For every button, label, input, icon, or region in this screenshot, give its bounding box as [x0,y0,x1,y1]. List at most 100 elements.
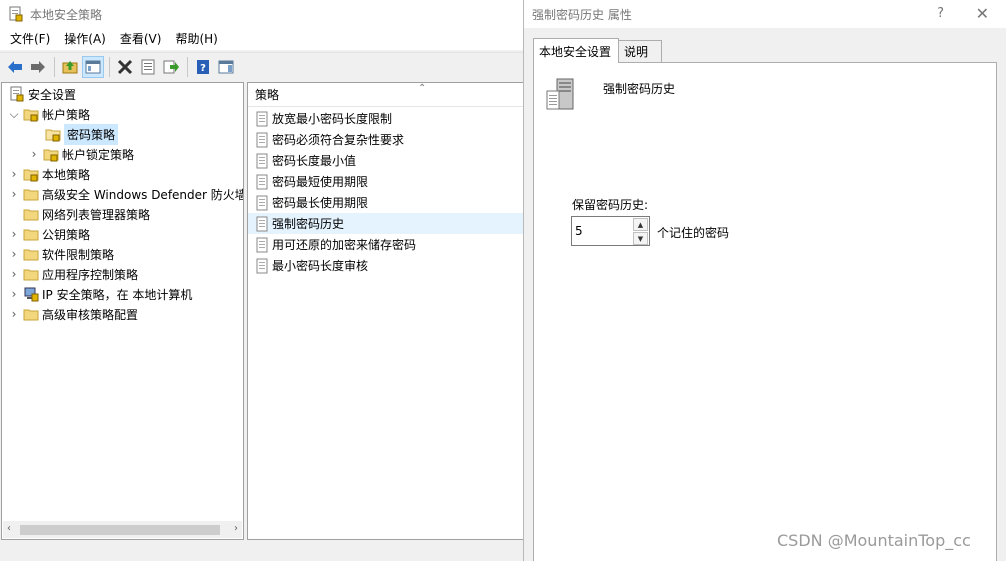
toolbar-separator [187,56,188,77]
chevron-right-icon[interactable]: › [8,244,20,264]
policy-item-icon [256,216,268,231]
export-list-button[interactable] [160,56,182,78]
spin-up-button[interactable]: ▲ [633,218,648,231]
list-item-label: 放宽最小密码长度限制 [272,112,393,126]
chevron-down-icon[interactable]: ⌵ [8,104,20,124]
list-item-selected[interactable]: 强制密码历史 [248,213,524,234]
export-icon [163,60,179,73]
list-item[interactable]: 密码长度最小值 [248,150,524,171]
delete-button[interactable] [114,56,136,78]
tree-item-public-key[interactable]: › 公钥策略 [8,224,90,244]
scroll-left-icon[interactable]: ‹ [7,523,11,534]
help-button[interactable]: ? [192,56,214,78]
dialog-title: 强制密码历史 属性 [532,7,632,22]
tree-item-network-list[interactable]: 网络列表管理器策略 [20,204,150,224]
list-item-label: 密码最短使用期限 [272,175,369,189]
password-history-input[interactable] [575,222,630,240]
chevron-right-icon[interactable]: › [8,284,20,304]
help-button[interactable]: ? [937,6,944,21]
status-bar [0,541,524,561]
field-label: 保留密码历史: [572,198,649,212]
policy-name: 强制密码历史 [603,82,676,96]
console-tree-icon [85,60,101,73]
help-book-icon: ? [197,59,209,74]
main-window-title: 本地安全策略 [30,7,103,22]
menu-view[interactable]: 查看(V) [114,28,168,50]
tree-label: 公钥策略 [42,227,91,242]
tree-item-account-policies[interactable]: ⌵ 帐户策略 [8,104,90,124]
list-item-label: 密码必须符合复杂性要求 [272,133,405,147]
properties-dialog: 强制密码历史 属性 ? ✕ 本地安全设置 说明 强制密码历史 保留密码历史: ▲… [523,0,1006,561]
console-tree: 安全设置 ⌵ 帐户策略 密码策略 › 帐户锁定策略 › 本地策略 › 高级安全 … [1,82,244,540]
up-level-button[interactable] [59,56,81,78]
tree-item-local-policies[interactable]: › 本地策略 [8,164,90,184]
tree-label: 帐户策略 [42,107,91,122]
column-header-policy[interactable]: 策略 ⌃ [248,83,524,107]
chevron-right-icon[interactable]: › [8,224,20,244]
tree-label: 高级安全 Windows Defender 防火墙 [42,187,244,202]
tree-item-software-restriction[interactable]: › 软件限制策略 [8,244,114,264]
tree-item-defender-firewall[interactable]: › 高级安全 Windows Defender 防火墙 [8,184,244,204]
tree-label: 网络列表管理器策略 [42,207,151,222]
tree-label: IP 安全策略，在 本地计算机 [42,287,193,302]
tree-item-password-policy[interactable]: 密码策略 [42,123,122,145]
forward-button[interactable] [27,56,49,78]
folder-lock-icon [43,149,59,162]
tab-explain[interactable]: 说明 [618,40,662,62]
folder-lock-icon [23,169,39,182]
tab-label: 说明 [624,45,649,59]
folder-lock-icon [23,109,39,122]
show-action-pane-button[interactable] [215,56,237,78]
toolbar-separator [54,56,55,77]
tree-item-audit-config[interactable]: › 高级审核策略配置 [8,304,138,324]
tree-item-ipsec[interactable]: › IP 安全策略，在 本地计算机 [8,284,192,304]
tree-item-security-settings[interactable]: 安全设置 [6,84,76,104]
list-item[interactable]: 放宽最小密码长度限制 [248,108,524,129]
spin-down-button[interactable]: ▼ [633,232,648,245]
tree-item-app-control[interactable]: › 应用程序控制策略 [8,264,138,284]
tree-label: 帐户锁定策略 [62,147,135,162]
list-item[interactable]: 用可还原的加密来储存密码 [248,234,524,255]
folder-icon [23,229,39,241]
chevron-right-icon[interactable]: › [8,264,20,284]
back-button[interactable] [4,56,26,78]
tree-label: 本地策略 [42,167,91,182]
server-policy-icon [546,78,574,110]
folder-icon [23,269,39,281]
policy-item-icon [256,258,268,273]
tab-panel: 强制密码历史 保留密码历史: ▲ ▼ 个记住的密码 [533,62,997,561]
chevron-right-icon[interactable]: › [28,144,40,164]
policy-item-icon [256,111,268,126]
triangle-down-icon: ▼ [637,234,644,243]
close-button[interactable]: ✕ [976,4,989,23]
tree-label: 软件限制策略 [42,247,115,262]
watermark: CSDN @MountainTop_cc [777,531,971,550]
action-pane-icon [218,60,234,73]
properties-button[interactable] [137,56,159,78]
ipsec-icon [24,287,39,302]
list-item-label: 强制密码历史 [272,217,345,231]
chevron-right-icon[interactable]: › [8,304,20,324]
tree-horizontal-scrollbar[interactable]: ‹ › [3,521,242,538]
scroll-thumb[interactable] [20,525,220,535]
list-item[interactable]: 密码最短使用期限 [248,171,524,192]
svg-text:?: ? [200,63,206,74]
menu-action[interactable]: 操作(A) [58,28,112,50]
tree-item-lockout-policy[interactable]: › 帐户锁定策略 [28,144,134,164]
arrow-right-icon [31,60,45,73]
policy-item-icon [256,153,268,168]
menu-help[interactable]: 帮助(H) [169,28,223,50]
folder-icon [23,249,39,261]
scroll-right-icon[interactable]: › [234,523,238,534]
folder-lock-open-icon [45,129,61,142]
folder-icon [23,189,39,201]
tab-local-security-setting[interactable]: 本地安全设置 [533,38,619,63]
list-item[interactable]: 密码最长使用期限 [248,192,524,213]
main-title-bar: 本地安全策略 [0,0,524,28]
list-item[interactable]: 最小密码长度审核 [248,255,524,276]
list-item[interactable]: 密码必须符合复杂性要求 [248,129,524,150]
show-hide-tree-button[interactable] [82,55,104,78]
menu-file[interactable]: 文件(F) [4,28,56,50]
chevron-right-icon[interactable]: › [8,164,20,184]
chevron-right-icon[interactable]: › [8,184,20,204]
